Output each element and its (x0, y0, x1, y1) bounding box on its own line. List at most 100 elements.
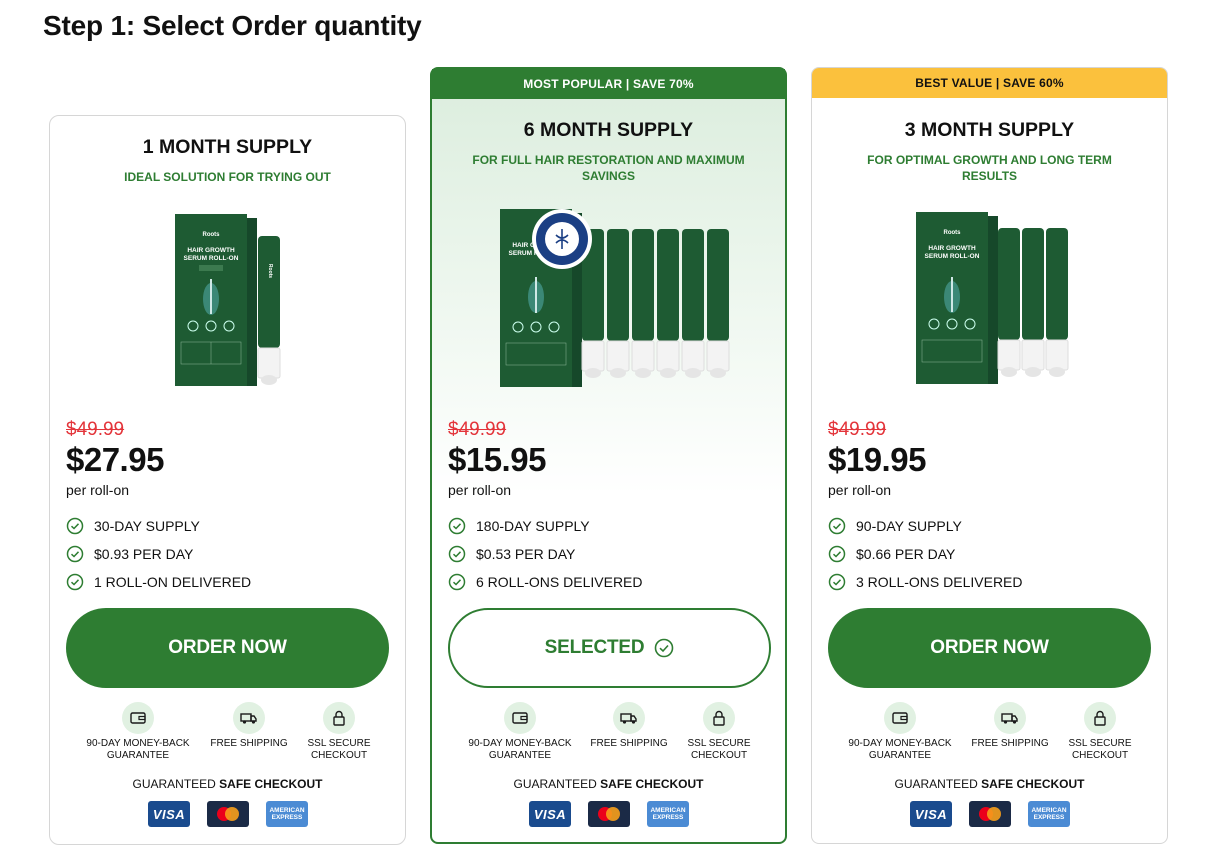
feature-item: 1 ROLL-ON DELIVERED (66, 568, 389, 596)
trust-badge: SSL SECURE CHECKOUT (279, 702, 399, 761)
price: $15.95 (448, 441, 546, 478)
check-circle-icon (66, 545, 84, 563)
feature-list: 180-DAY SUPPLY $0.53 PER DAY 6 ROLL-ONS … (448, 512, 769, 596)
wallet-icon (884, 702, 916, 734)
guarantee-prefix: GUARANTEED (513, 777, 597, 791)
feature-label: 90-DAY SUPPLY (856, 518, 962, 534)
trust-badge-label: 90-DAY MONEY-BACK GUARANTEE (848, 738, 952, 761)
svg-text:SERUM ROLL-ON: SERUM ROLL-ON (925, 253, 980, 260)
price: $27.95 (66, 441, 164, 478)
visa-icon: VISA (529, 801, 571, 827)
feature-item: 180-DAY SUPPLY (448, 512, 769, 540)
wallet-icon (504, 702, 536, 734)
svg-text:Roots: Roots (944, 230, 962, 236)
trust-badge: 90-DAY MONEY-BACK GUARANTEE (840, 702, 960, 761)
guarantee-prefix: GUARANTEED (132, 777, 216, 791)
svg-text:Roots: Roots (267, 264, 273, 278)
truck-icon (994, 702, 1026, 734)
mastercard-icon (969, 801, 1011, 827)
check-circle-icon (448, 545, 466, 563)
feature-label: 1 ROLL-ON DELIVERED (94, 574, 252, 590)
feature-label: 30-DAY SUPPLY (94, 518, 200, 534)
check-circle-icon (448, 517, 466, 535)
trust-badge: SSL SECURE CHECKOUT (1040, 702, 1160, 761)
lock-icon (703, 702, 735, 734)
amex-icon: AMERICAN EXPRESS (266, 801, 308, 827)
old-price: $49.99 (828, 419, 887, 440)
old-price: $49.99 (448, 419, 507, 440)
feature-item: 30-DAY SUPPLY (66, 512, 389, 540)
card-subtitle: FOR FULL HAIR RESTORATION AND MAXIMUM SA… (472, 153, 745, 183)
feature-list: 90-DAY SUPPLY $0.66 PER DAY 3 ROLL-ONS D… (828, 512, 1151, 596)
order-now-button[interactable]: ORDER NOW (828, 608, 1151, 688)
guarantee-bold: SAFE CHECKOUT (600, 777, 704, 791)
ribbon-best-value: BEST VALUE | SAVE 60% (812, 68, 1167, 98)
card-title: 3 MONTH SUPPLY (904, 119, 1075, 141)
page-title: Step 1: Select Order quantity (43, 10, 422, 41)
feature-label: $0.53 PER DAY (476, 546, 576, 562)
check-circle-icon (66, 573, 84, 591)
feature-label: $0.66 PER DAY (856, 546, 956, 562)
feature-item: 6 ROLL-ONS DELIVERED (448, 568, 769, 596)
per-unit-label: per roll-on (66, 482, 130, 498)
card-title: 1 MONTH SUPPLY (142, 136, 313, 158)
trust-badge: 90-DAY MONEY-BACK GUARANTEE (78, 702, 198, 761)
feature-label: 180-DAY SUPPLY (476, 518, 590, 534)
trust-badge: SSL SECURE CHECKOUT (659, 702, 779, 761)
amex-icon: AMERICAN EXPRESS (647, 801, 689, 827)
feature-label: $0.93 PER DAY (94, 546, 194, 562)
trust-badge-label: SSL SECURE CHECKOUT (687, 738, 751, 761)
product-image: HAIR GROWTH SERUM ROLL-ON (432, 197, 785, 387)
per-unit-label: per roll-on (828, 482, 892, 498)
per-unit-label: per roll-on (448, 482, 512, 498)
order-now-button[interactable]: ORDER NOW (66, 608, 389, 688)
wallet-icon (122, 702, 154, 734)
lock-icon (1084, 702, 1116, 734)
check-circle-icon (448, 573, 466, 591)
trust-badge: 90-DAY MONEY-BACK GUARANTEE (460, 702, 580, 761)
svg-text:SERUM ROLL-ON: SERUM ROLL-ON (184, 255, 239, 262)
feature-list: 30-DAY SUPPLY $0.93 PER DAY 1 ROLL-ON DE… (66, 512, 389, 596)
check-circle-icon (828, 517, 846, 535)
safe-checkout-label: GUARANTEED SAFE CHECKOUT (812, 777, 1167, 791)
trust-badges: 90-DAY MONEY-BACK GUARANTEE FREE SHIPPIN… (50, 702, 405, 762)
offer-card-1-month[interactable]: 1 MONTH SUPPLY IDEAL SOLUTION FOR TRYING… (49, 115, 406, 845)
offer-card-6-month[interactable]: MOST POPULAR | SAVE 70% 6 MONTH SUPPLY F… (430, 67, 787, 844)
guarantee-bold: SAFE CHECKOUT (981, 777, 1085, 791)
feature-item: 90-DAY SUPPLY (828, 512, 1151, 540)
safe-checkout-label: GUARANTEED SAFE CHECKOUT (432, 777, 785, 791)
feature-item: 3 ROLL-ONS DELIVERED (828, 568, 1151, 596)
card-title: 6 MONTH SUPPLY (523, 119, 694, 141)
feature-item: $0.93 PER DAY (66, 540, 389, 568)
price: $19.95 (828, 441, 926, 478)
check-circle-icon (828, 545, 846, 563)
selected-label: SELECTED (544, 637, 645, 658)
svg-text:HAIR GROWTH: HAIR GROWTH (928, 245, 976, 252)
check-circle-icon (655, 638, 674, 658)
guarantee-bold: SAFE CHECKOUT (219, 777, 323, 791)
check-circle-icon (66, 517, 84, 535)
feature-item: $0.66 PER DAY (828, 540, 1151, 568)
ribbon-most-popular: MOST POPULAR | SAVE 70% (432, 69, 785, 99)
product-image: Roots HAIR GROWTH SERUM ROLL-ON (812, 204, 1167, 389)
feature-label: 3 ROLL-ONS DELIVERED (856, 574, 1023, 590)
truck-icon (613, 702, 645, 734)
svg-text:Roots: Roots (203, 232, 221, 238)
trust-badge-label: SSL SECURE CHECKOUT (1068, 738, 1132, 761)
check-circle-icon (828, 573, 846, 591)
mastercard-icon (588, 801, 630, 827)
trust-badge-label: SSL SECURE CHECKOUT (307, 738, 371, 761)
amex-icon: AMERICAN EXPRESS (1028, 801, 1070, 827)
selected-button[interactable]: SELECTED (448, 608, 771, 688)
feature-label: 6 ROLL-ONS DELIVERED (476, 574, 643, 590)
trust-badge-label: 90-DAY MONEY-BACK GUARANTEE (468, 738, 572, 761)
visa-icon: VISA (910, 801, 952, 827)
trust-badge-label: 90-DAY MONEY-BACK GUARANTEE (86, 738, 190, 761)
visa-icon: VISA (148, 801, 190, 827)
truck-icon (233, 702, 265, 734)
card-subtitle: IDEAL SOLUTION FOR TRYING OUT (124, 170, 331, 184)
card-subtitle: FOR OPTIMAL GROWTH AND LONG TERM RESULTS (867, 153, 1112, 183)
old-price: $49.99 (66, 419, 125, 440)
doctor-recommended-seal (532, 209, 592, 269)
offer-card-3-month[interactable]: BEST VALUE | SAVE 60% 3 MONTH SUPPLY FOR… (811, 67, 1168, 844)
